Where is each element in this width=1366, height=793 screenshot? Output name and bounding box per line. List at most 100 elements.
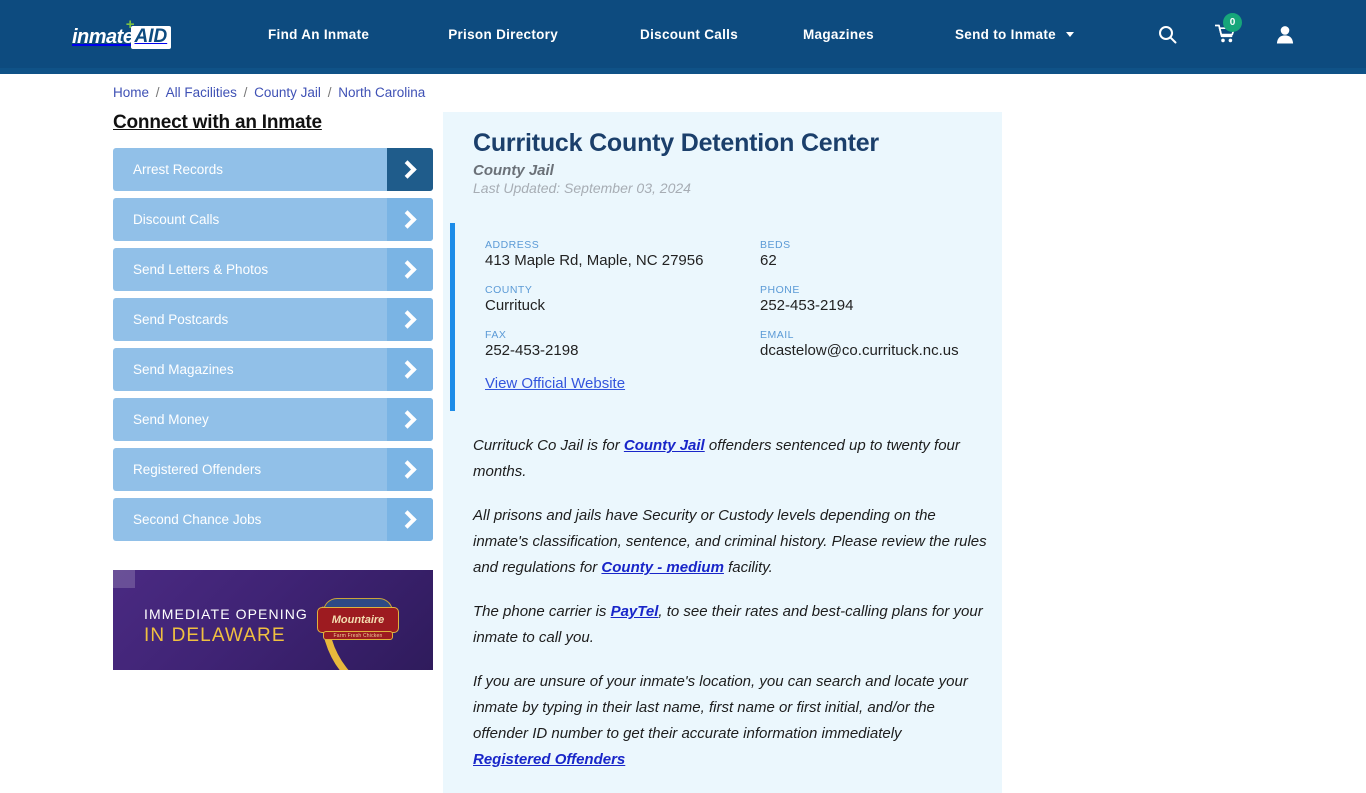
info-field-fax: FAX 252-453-2198 — [485, 329, 760, 360]
link-registered-offenders[interactable]: Registered Offenders — [473, 747, 992, 773]
sidebar-item-send-money[interactable]: Send Money — [113, 398, 433, 441]
paragraph-text: If you are unsure of your inmate's locat… — [473, 673, 968, 742]
link-county-jail[interactable]: County Jail — [624, 437, 705, 454]
sidebar-item-arrest-records[interactable]: Arrest Records — [113, 148, 433, 191]
breadcrumb-separator: / — [243, 85, 248, 100]
info-field-county: COUNTY Currituck — [485, 284, 760, 315]
chevron-right-icon — [387, 248, 433, 291]
sidebar-item-discount-calls[interactable]: Discount Calls — [113, 198, 433, 241]
ad-headline-primary: IMMEDIATE OPENING — [144, 606, 308, 622]
facility-info-block: ADDRESS 413 Maple Rd, Maple, NC 27956 BE… — [450, 223, 1002, 411]
breadcrumb-item-all-facilities[interactable]: All Facilities — [166, 85, 237, 100]
sidebar-item-label: Send Money — [133, 412, 209, 427]
description-paragraph-4: If you are unsure of your inmate's locat… — [473, 669, 992, 773]
facility-header: Currituck County Detention Center County… — [443, 112, 1002, 196]
sidebar-item-label: Registered Offenders — [133, 462, 262, 477]
info-value: 62 — [760, 252, 777, 269]
sidebar-item-send-magazines[interactable]: Send Magazines — [113, 348, 433, 391]
chevron-right-icon — [387, 148, 433, 191]
ad-corner-accent — [113, 570, 135, 588]
nav-item-send-to-inmate-label: Send to Inmate — [955, 26, 1056, 42]
header-icon-group: 0 — [1158, 0, 1294, 68]
mountaire-logo: Mountaire Farm Fresh Chicken — [317, 598, 399, 642]
info-label: EMAIL — [760, 329, 795, 341]
breadcrumb-separator: / — [327, 85, 332, 100]
breadcrumb-item-home[interactable]: Home — [113, 85, 149, 100]
info-field-email: EMAIL dcastelow@co.currituck.nc.us — [760, 329, 1002, 360]
info-value: 413 Maple Rd, Maple, NC 27956 — [485, 252, 704, 269]
sidebar-item-label: Arrest Records — [133, 162, 224, 177]
info-value: Currituck — [485, 297, 546, 314]
advertisement-banner[interactable]: IMMEDIATE OPENING IN DELAWARE Mountaire … — [113, 570, 433, 670]
sidebar-title: Connect with an Inmate — [113, 112, 322, 133]
chevron-right-icon — [387, 398, 433, 441]
facility-description: Currituck Co Jail is for County Jail off… — [443, 411, 1002, 793]
sidebar-item-send-letters-photos[interactable]: Send Letters & Photos — [113, 248, 433, 291]
view-official-website-link[interactable]: View Official Website — [485, 375, 625, 392]
breadcrumb-item-county-jail[interactable]: County Jail — [254, 85, 321, 100]
sidebar-item-registered-offenders[interactable]: Registered Offenders — [113, 448, 433, 491]
ad-brand-name: Mountaire — [331, 613, 385, 626]
user-account-icon[interactable] — [1276, 25, 1294, 44]
nav-item-discount-calls[interactable]: Discount Calls — [640, 27, 738, 42]
ad-logo-badge: Mountaire — [317, 607, 399, 633]
nav-item-magazines[interactable]: Magazines — [803, 27, 874, 42]
chevron-down-icon — [1066, 31, 1075, 37]
sidebar-item-send-postcards[interactable]: Send Postcards — [113, 298, 433, 341]
breadcrumb-separator: / — [155, 85, 160, 100]
nav-item-send-to-inmate[interactable]: Send to Inmate — [955, 26, 1075, 42]
sidebar-item-label: Send Letters & Photos — [133, 262, 269, 277]
chevron-right-icon — [387, 498, 433, 541]
facility-info-grid: ADDRESS 413 Maple Rd, Maple, NC 27956 BE… — [485, 239, 1002, 360]
info-label: ADDRESS — [485, 239, 540, 251]
info-label: BEDS — [760, 239, 791, 251]
info-label: PHONE — [760, 284, 800, 296]
facility-detail-card: Currituck County Detention Center County… — [443, 112, 1002, 793]
info-label: FAX — [485, 329, 507, 341]
logo-text-inmate: inmate — [72, 25, 134, 48]
sidebar-item-label: Send Magazines — [133, 362, 234, 377]
search-icon[interactable] — [1158, 25, 1177, 44]
paragraph-text: facility. — [723, 559, 773, 576]
breadcrumb-item-north-carolina[interactable]: North Carolina — [338, 85, 425, 100]
header-bottom-border — [0, 68, 1366, 74]
info-field-phone: PHONE 252-453-2194 — [760, 284, 1002, 315]
site-header: inmate + AID Find An Inmate Prison Direc… — [0, 0, 1366, 68]
chevron-right-icon — [387, 298, 433, 341]
ad-brand-tagline: Farm Fresh Chicken — [323, 631, 393, 640]
description-paragraph-3: The phone carrier is PayTel, to see thei… — [473, 599, 992, 651]
sidebar-item-label: Second Chance Jobs — [133, 512, 262, 527]
logo-aid-label: AID — [134, 25, 168, 47]
sidebar-item-label: Send Postcards — [133, 312, 229, 327]
chevron-right-icon — [387, 448, 433, 491]
chevron-right-icon — [387, 348, 433, 391]
ad-headline-secondary: IN DELAWARE — [144, 625, 286, 646]
nav-item-prison-directory[interactable]: Prison Directory — [448, 27, 558, 42]
breadcrumb: Home / All Facilities / County Jail / No… — [113, 85, 425, 100]
logo-text-aid: + AID — [125, 17, 172, 49]
sidebar-item-second-chance-jobs[interactable]: Second Chance Jobs — [113, 498, 433, 541]
nav-item-find-an-inmate[interactable]: Find An Inmate — [268, 27, 369, 42]
info-label: COUNTY — [485, 284, 533, 296]
sidebar-item-label: Discount Calls — [133, 212, 220, 227]
paragraph-text: The phone carrier is — [473, 603, 611, 620]
info-value: 252-453-2198 — [485, 342, 579, 359]
info-value: 252-453-2194 — [760, 297, 854, 314]
info-value: dcastelow@co.currituck.nc.us — [760, 342, 959, 359]
cart-icon[interactable]: 0 — [1215, 13, 1242, 44]
sidebar: Connect with an Inmate Arrest Records Di… — [113, 112, 433, 548]
link-county-medium[interactable]: County - medium — [601, 559, 724, 576]
facility-last-updated: Last Updated: September 03, 2024 — [473, 180, 691, 196]
info-field-beds: BEDS 62 — [760, 239, 1002, 270]
page-title: Currituck County Detention Center — [473, 129, 879, 157]
site-logo[interactable]: inmate + AID — [72, 17, 172, 50]
link-paytel[interactable]: PayTel — [611, 603, 659, 620]
facility-type-label: County Jail — [473, 162, 554, 179]
info-field-address: ADDRESS 413 Maple Rd, Maple, NC 27956 — [485, 239, 760, 270]
description-paragraph-1: Currituck Co Jail is for County Jail off… — [473, 433, 992, 485]
main-navigation: Find An Inmate Prison Directory Discount… — [268, 0, 1075, 68]
logo-plus-icon: + — [125, 15, 135, 33]
chevron-right-icon — [387, 198, 433, 241]
cart-count-badge: 0 — [1223, 13, 1242, 32]
paragraph-text: Currituck Co Jail is for — [473, 437, 624, 454]
